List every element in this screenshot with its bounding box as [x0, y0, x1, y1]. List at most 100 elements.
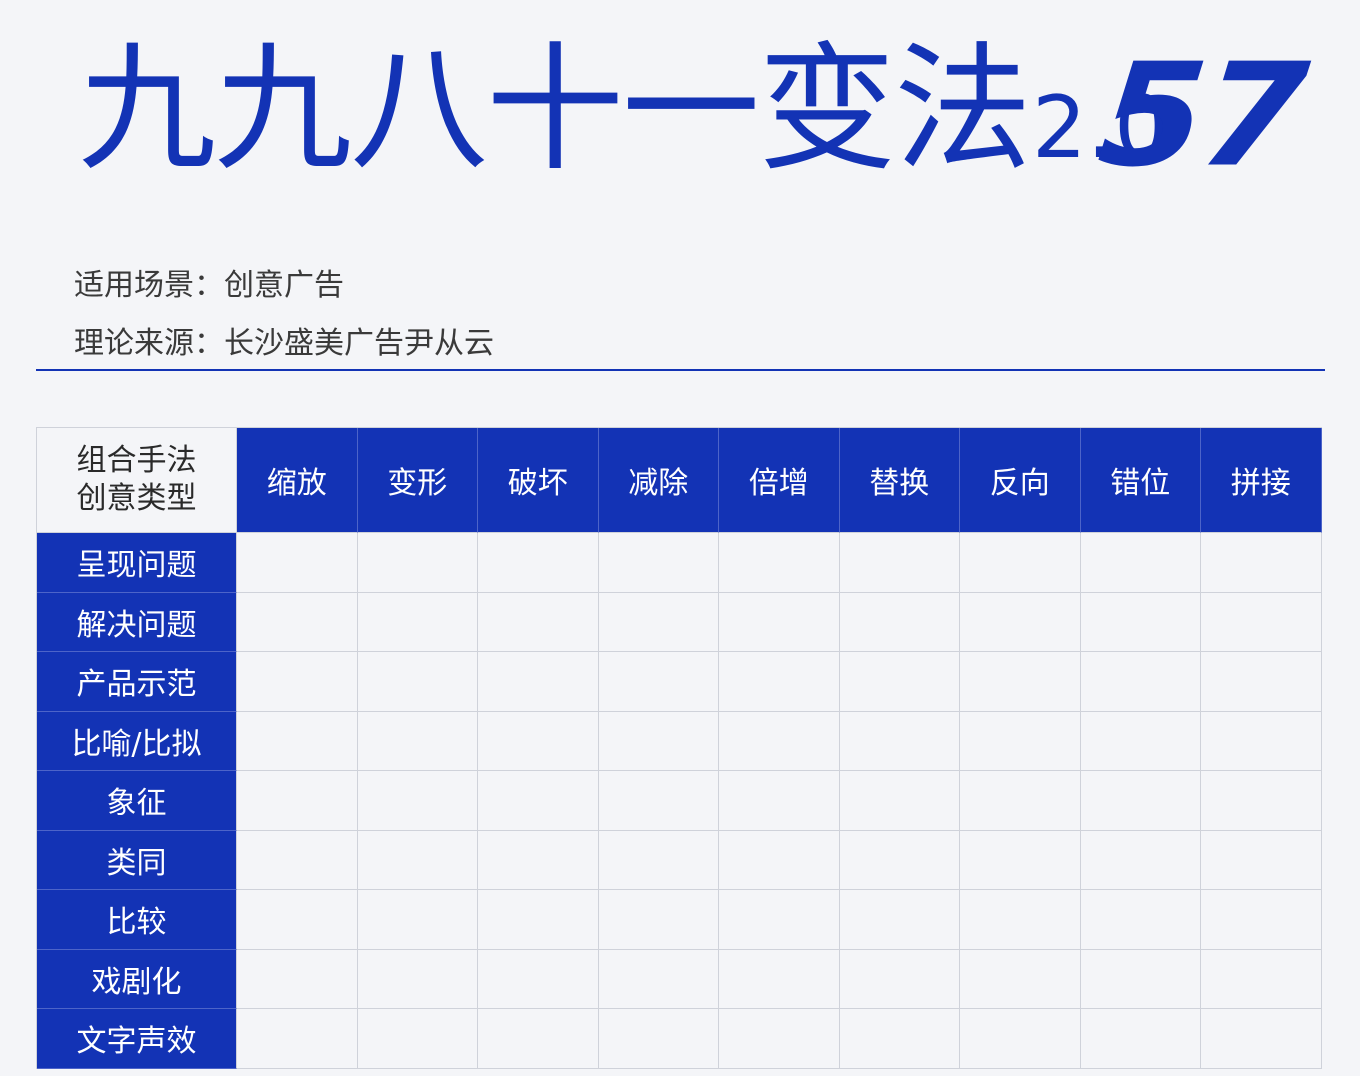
matrix-cell — [598, 890, 719, 950]
matrix-cell — [357, 1009, 478, 1069]
matrix-cell — [960, 652, 1081, 712]
matrix-cell — [1080, 711, 1201, 771]
matrix-cell — [1201, 533, 1322, 593]
matrix-cell — [357, 592, 478, 652]
matrix-cell — [1201, 1009, 1322, 1069]
matrix-cell — [237, 652, 358, 712]
column-header: 破坏 — [478, 428, 599, 533]
matrix-cell — [237, 711, 358, 771]
matrix-cell — [1201, 652, 1322, 712]
matrix-cell — [839, 771, 960, 831]
matrix-cell — [478, 533, 599, 593]
divider-line — [36, 369, 1325, 371]
matrix-cell — [598, 533, 719, 593]
matrix-cell — [598, 1009, 719, 1069]
matrix-corner-cell: 组合手法 创意类型 — [37, 428, 237, 533]
matrix-cell — [839, 533, 960, 593]
matrix-cell — [1201, 949, 1322, 1009]
column-header: 变形 — [357, 428, 478, 533]
matrix-cell — [478, 771, 599, 831]
matrix-cell — [960, 949, 1081, 1009]
matrix-cell — [357, 830, 478, 890]
matrix-cell — [237, 771, 358, 831]
row-header: 呈现问题 — [37, 533, 237, 593]
matrix-cell — [1201, 592, 1322, 652]
column-header: 倍增 — [719, 428, 840, 533]
column-header: 替换 — [839, 428, 960, 533]
row-header: 产品示范 — [37, 652, 237, 712]
row-header: 类同 — [37, 830, 237, 890]
row-header: 比喻/比拟 — [37, 711, 237, 771]
matrix-cell — [839, 890, 960, 950]
matrix-cell — [1201, 830, 1322, 890]
column-header: 反向 — [960, 428, 1081, 533]
matrix-cell — [960, 771, 1081, 831]
matrix-cell — [478, 652, 599, 712]
matrix-cell — [960, 1009, 1081, 1069]
matrix-cell — [839, 949, 960, 1009]
matrix-cell — [1201, 711, 1322, 771]
matrix-cell — [960, 830, 1081, 890]
matrix-cell — [960, 711, 1081, 771]
matrix-cell — [478, 1009, 599, 1069]
matrix-cell — [237, 949, 358, 1009]
page-title: 九九八十一变法2.0 — [78, 30, 1169, 208]
column-header: 减除 — [598, 428, 719, 533]
matrix-cell — [1080, 652, 1201, 712]
matrix-cell — [719, 652, 840, 712]
matrix-cell — [839, 711, 960, 771]
matrix-cell — [478, 890, 599, 950]
column-header: 缩放 — [237, 428, 358, 533]
corner-label-methods: 组合手法 — [76, 443, 197, 478]
matrix-cell — [960, 533, 1081, 593]
matrix-cell — [960, 592, 1081, 652]
matrix-cell — [839, 652, 960, 712]
matrix-cell — [598, 949, 719, 1009]
matrix-cell — [1080, 592, 1201, 652]
matrix-cell — [478, 711, 599, 771]
matrix-cell — [719, 890, 840, 950]
source-line: 理论来源：长沙盛美广告尹从云 — [74, 326, 494, 361]
row-header: 象征 — [37, 771, 237, 831]
matrix-cell — [1080, 890, 1201, 950]
page-number: 57 — [1092, 33, 1311, 199]
matrix-cell — [719, 592, 840, 652]
matrix-cell — [839, 1009, 960, 1069]
matrix-cell — [357, 533, 478, 593]
matrix-cell — [478, 949, 599, 1009]
matrix-cell — [357, 711, 478, 771]
matrix-cell — [598, 771, 719, 831]
matrix-cell — [357, 652, 478, 712]
matrix-cell — [478, 830, 599, 890]
matrix-cell — [1080, 830, 1201, 890]
matrix-cell — [598, 830, 719, 890]
matrix-cell — [598, 711, 719, 771]
matrix-cell — [1201, 771, 1322, 831]
row-header: 戏剧化 — [37, 949, 237, 1009]
column-header: 错位 — [1080, 428, 1201, 533]
matrix-cell — [719, 533, 840, 593]
matrix-cell — [719, 771, 840, 831]
matrix-cell — [598, 592, 719, 652]
matrix-cell — [1080, 533, 1201, 593]
matrix-cell — [1080, 949, 1201, 1009]
matrix-cell — [237, 592, 358, 652]
matrix-cell — [1080, 771, 1201, 831]
matrix-cell — [719, 830, 840, 890]
column-header: 拼接 — [1201, 428, 1322, 533]
matrix-cell — [1080, 1009, 1201, 1069]
matrix-cell — [237, 1009, 358, 1069]
method-matrix: 组合手法 创意类型 缩放 变形 破坏 减除 倍增 替换 反向 错位 拼接呈现问题 解决问题 产品示范… — [36, 427, 1322, 1069]
matrix-cell — [1201, 890, 1322, 950]
matrix-cell — [357, 890, 478, 950]
matrix-cell — [719, 949, 840, 1009]
scene-line: 适用场景：创意广告 — [74, 268, 344, 303]
matrix-cell — [237, 890, 358, 950]
matrix-cell — [237, 830, 358, 890]
row-header: 解决问题 — [37, 592, 237, 652]
row-header: 文字声效 — [37, 1009, 237, 1069]
matrix-cell — [719, 711, 840, 771]
row-header: 比较 — [37, 890, 237, 950]
corner-label-types: 创意类型 — [76, 481, 197, 516]
title-main: 九九八十一变法 — [78, 29, 1032, 190]
